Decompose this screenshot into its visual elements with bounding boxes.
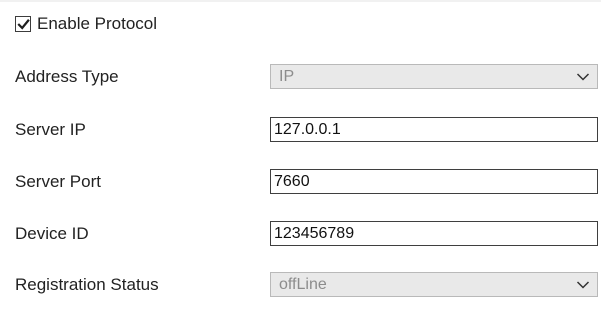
enable-protocol-checkbox-row[interactable]: Enable Protocol bbox=[15, 13, 157, 35]
address-type-row: Address Type IP bbox=[0, 63, 601, 91]
enable-protocol-label: Enable Protocol bbox=[37, 14, 158, 33]
registration-status-row: Registration Status offLine bbox=[0, 271, 601, 299]
server-ip-label: Server IP bbox=[15, 120, 86, 139]
device-id-input[interactable]: 123456789 bbox=[270, 221, 598, 246]
checkmark-icon bbox=[16, 18, 30, 31]
registration-status-value: offLine bbox=[279, 276, 327, 293]
chevron-down-icon bbox=[576, 279, 590, 291]
server-port-row: Server Port 7660 bbox=[0, 168, 601, 196]
server-ip-input[interactable]: 127.0.0.1 bbox=[270, 117, 598, 142]
device-id-label: Device ID bbox=[15, 224, 89, 243]
chevron-down-icon bbox=[576, 71, 590, 83]
address-type-label: Address Type bbox=[15, 67, 119, 86]
server-ip-row: Server IP 127.0.0.1 bbox=[0, 116, 601, 144]
address-type-value: IP bbox=[279, 68, 295, 85]
address-type-select[interactable]: IP bbox=[270, 64, 598, 89]
server-port-input[interactable]: 7660 bbox=[270, 169, 598, 194]
enable-protocol-checkbox[interactable] bbox=[15, 16, 31, 32]
registration-status-label: Registration Status bbox=[15, 275, 159, 294]
device-id-row: Device ID 123456789 bbox=[0, 220, 601, 248]
server-port-label: Server Port bbox=[15, 172, 101, 191]
top-divider bbox=[0, 0, 601, 2]
registration-status-select[interactable]: offLine bbox=[270, 272, 598, 297]
